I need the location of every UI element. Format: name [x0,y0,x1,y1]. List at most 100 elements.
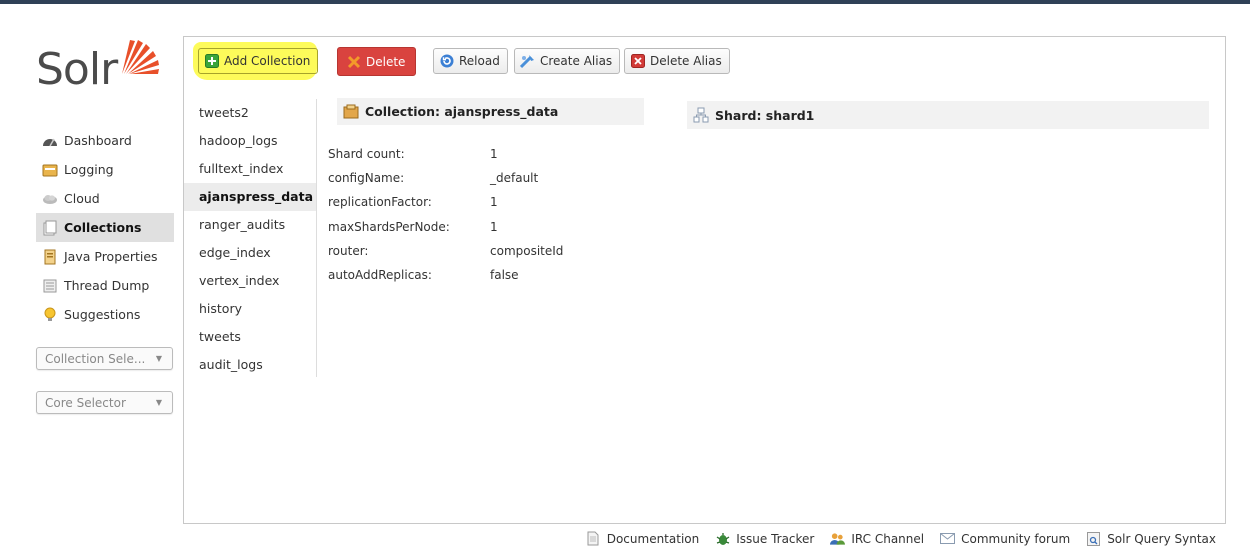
footer-link-label: IRC Channel [851,531,925,546]
sidebar-item-thread-dump[interactable]: Thread Dump [36,271,174,300]
property-key: router: [328,243,369,258]
footer-link-label: Documentation [606,531,700,546]
top-bar [0,0,1250,4]
shard-header[interactable]: Shard: shard1 [687,101,1209,129]
solr-logo[interactable]: Solr [36,40,166,100]
footer-link-label: Community forum [961,531,1071,546]
sidebar-item-collections[interactable]: Collections [36,213,174,242]
property-key: autoAddReplicas: [328,268,432,283]
shard-title: Shard: shard1 [715,107,815,123]
reload-icon [439,54,454,69]
collections-panel: Add Collection Delete Reload Create Alia… [183,36,1226,524]
dashboard-icon [42,133,58,149]
plus-icon [204,54,219,69]
delete-icon [346,54,361,69]
property-value: false [490,268,519,283]
sidebar-item-label: Suggestions [64,307,141,322]
delete-alias-label: Delete Alias [650,54,722,68]
sidebar-item-dashboard[interactable]: Dashboard [36,126,174,155]
sidebar-item-label: Logging [64,162,114,177]
delete-button[interactable]: Delete [337,47,417,76]
collection-selector[interactable]: Collection Sele... ▼ [36,347,173,370]
suggestions-icon [42,307,58,323]
shard-icon [693,107,709,123]
property-row: configName: _default [328,166,563,190]
java-properties-icon [42,249,58,265]
property-row: Shard count: 1 [328,142,563,166]
footer-link-solr-query-syntax[interactable]: Solr Query Syntax [1086,531,1216,546]
sidebar-item-label: Dashboard [64,133,132,148]
chevron-down-icon: ▼ [155,354,162,363]
list-item[interactable]: audit_logs [184,351,316,379]
collection-header: Collection: ajanspress_data [337,98,644,125]
footer-link-irc-channel[interactable]: IRC Channel [830,531,924,546]
property-key: Shard count: [328,147,405,162]
sidebar-item-label: Collections [64,220,142,235]
sidebar-item-label: Cloud [64,191,100,206]
list-item-selected[interactable]: ajanspress_data [184,183,316,211]
collection-properties: Shard count: 1 configName: _default repl… [328,142,563,287]
core-selector-value: Core Selector [45,395,126,410]
sidebar-item-logging[interactable]: Logging [36,155,174,184]
property-key: maxShardsPerNode: [328,219,450,234]
property-row: autoAddReplicas: false [328,263,563,287]
add-collection-button[interactable]: Add Collection [198,48,319,74]
sidebar-nav: Dashboard Logging Cloud Collections Java… [36,126,174,329]
footer-link-label: Issue Tracker [736,531,815,546]
footer-link-label: Solr Query Syntax [1107,531,1216,546]
chevron-down-icon: ▼ [155,398,162,407]
sidebar-item-label: Thread Dump [64,278,150,293]
logging-icon [42,162,58,178]
footer-link-issue-tracker[interactable]: Issue Tracker [715,531,814,546]
delete-label: Delete [366,54,406,69]
property-key: replicationFactor: [328,195,432,210]
footer-link-documentation[interactable]: Documentation [586,531,700,546]
property-key: configName: [328,171,405,186]
sidebar-item-cloud[interactable]: Cloud [36,184,174,213]
users-icon [830,531,846,546]
list-item[interactable]: ranger_audits [184,211,316,239]
close-icon [630,54,645,69]
mail-icon [940,531,956,546]
document-icon [586,531,601,546]
collection-selector-value: Collection Sele... [45,351,146,366]
property-row: router: compositeId [328,239,563,263]
solr-sunburst-icon [122,40,159,74]
footer-links: Documentation Issue Tracker IRC Channel … [570,531,1216,546]
query-syntax-icon [1086,531,1101,546]
reload-button[interactable]: Reload [433,48,508,74]
list-item[interactable]: tweets [184,323,316,351]
property-value: _default [490,171,539,186]
list-item[interactable]: history [184,295,316,323]
property-row: replicationFactor: 1 [328,190,563,214]
collections-icon [42,220,58,236]
list-item[interactable]: fulltext_index [184,155,316,183]
core-selector[interactable]: Core Selector ▼ [36,391,173,414]
property-value: 1 [490,195,498,210]
bug-icon [715,531,730,546]
list-item[interactable]: hadoop_logs [184,127,316,155]
list-item[interactable]: edge_index [184,239,316,267]
sidebar-item-label: Java Properties [64,249,158,264]
footer-link-community-forum[interactable]: Community forum [940,531,1070,546]
collection-list: tweets2 hadoop_logs fulltext_index ajans… [184,99,317,377]
property-value: 1 [490,219,498,234]
list-item[interactable]: vertex_index [184,267,316,295]
logo-text: Solr [36,44,118,95]
property-row: maxShardsPerNode: 1 [328,215,563,239]
property-value: compositeId [490,243,564,258]
create-alias-icon [520,54,535,69]
collection-title: Collection: ajanspress_data [365,104,559,119]
cloud-icon [42,191,58,207]
create-alias-label: Create Alias [540,54,613,68]
reload-label: Reload [459,54,500,68]
thread-dump-icon [42,278,58,294]
sidebar-item-suggestions[interactable]: Suggestions [36,300,174,329]
add-collection-label: Add Collection [224,54,311,68]
property-value: 1 [490,147,498,162]
sidebar-item-java-properties[interactable]: Java Properties [36,242,174,271]
delete-alias-button[interactable]: Delete Alias [624,48,730,74]
list-item[interactable]: tweets2 [184,99,316,127]
collection-icon [343,104,359,118]
create-alias-button[interactable]: Create Alias [514,48,621,74]
